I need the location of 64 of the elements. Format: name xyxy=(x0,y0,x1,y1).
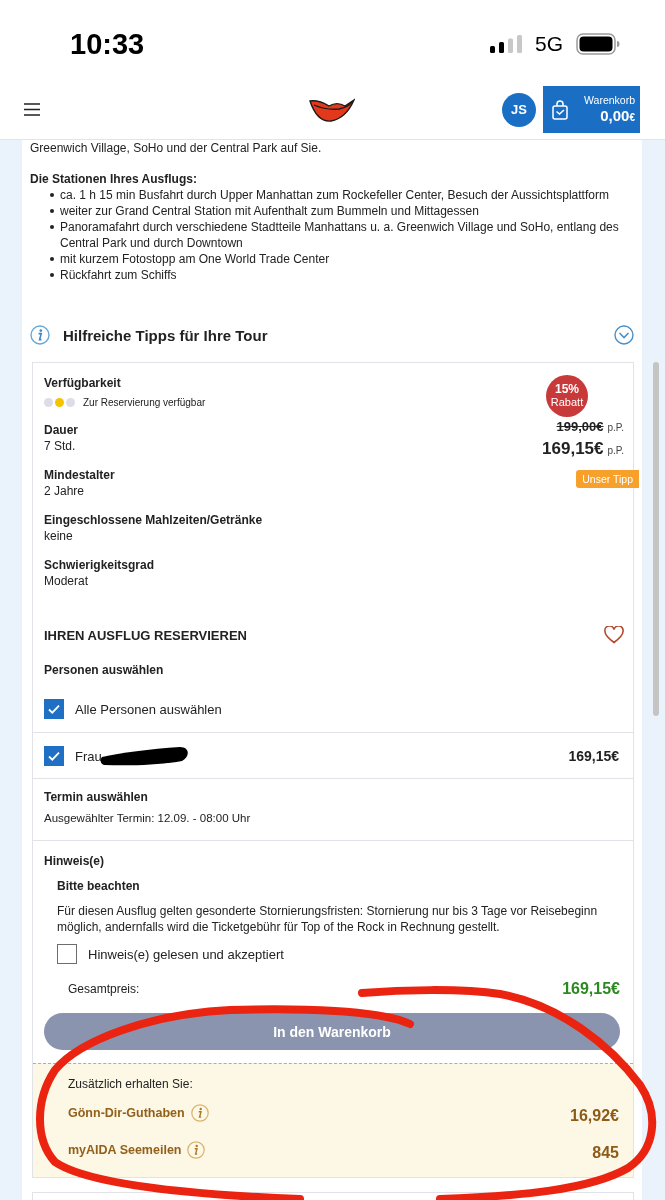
bullet-icon xyxy=(50,257,54,261)
fact-label: Eingeschlossene Mahlzeiten/Getränke xyxy=(44,512,263,528)
old-price: 199,00€ xyxy=(556,420,604,434)
selected-date: Ausgewählter Termin: 12.09. - 08:00 Uhr xyxy=(44,811,252,826)
fact-value: keine xyxy=(44,528,74,545)
date-heading: Termin auswählen xyxy=(44,789,149,805)
info-icon xyxy=(30,325,50,345)
price-unit: p.P. xyxy=(607,444,624,458)
bonus-value: 16,92€ xyxy=(570,1107,619,1125)
status-time: 10:33 xyxy=(70,27,145,61)
bullet-icon xyxy=(50,209,54,213)
network-label: 5G xyxy=(535,32,563,56)
discount-badge: 15% Rabatt xyxy=(546,375,588,417)
lips-logo[interactable] xyxy=(309,96,355,123)
station-text: weiter zur Grand Central Station mit Aufenthalt zum Bummeln und Mittagessen xyxy=(60,203,479,219)
total-price: 169,15€ xyxy=(562,980,620,998)
chevron-down-icon[interactable] xyxy=(614,325,634,345)
checkbox[interactable] xyxy=(57,944,77,964)
menu-icon[interactable] xyxy=(24,103,40,116)
notes-heading: Hinweis(e) xyxy=(44,853,105,869)
person-price: 169,15€ xyxy=(568,748,619,764)
bonus-heading: Zusätzlich erhalten Sie: xyxy=(68,1076,194,1092)
current-price: 169,15€ xyxy=(542,439,604,459)
tip-tag: Unser Tipp xyxy=(576,470,639,488)
persons-heading: Personen auswählen xyxy=(44,662,165,678)
signal-icon xyxy=(490,35,522,53)
checkbox[interactable] xyxy=(44,699,64,719)
bonus-label: Gönn-Dir-Guthaben xyxy=(68,1106,185,1120)
notes-subheading: Bitte beachten xyxy=(57,878,141,894)
price-unit: p.P. xyxy=(607,421,624,435)
fact-value: 7 Std. xyxy=(44,438,77,455)
checkbox-label[interactable]: Hinweis(e) gelesen und akzeptiert xyxy=(88,946,284,962)
person-name[interactable]: Frau xyxy=(75,748,102,764)
bonus-value: 845 xyxy=(592,1144,619,1162)
fact-label: Mindestalter xyxy=(44,467,116,483)
battery-icon xyxy=(576,33,620,55)
fact-label: Dauer xyxy=(44,422,79,438)
reservation-title: IHREN AUSFLUG RESERVIEREN xyxy=(44,627,247,643)
cart-button[interactable]: Warenkorb 0,00€ xyxy=(543,86,640,133)
station-text: mit kurzem Fotostopp am One World Trade Center xyxy=(60,251,330,267)
scrollbar-thumb[interactable] xyxy=(653,362,659,716)
checkbox-label[interactable]: Alle Personen auswählen xyxy=(75,701,222,717)
bullet-icon xyxy=(50,225,54,229)
info-icon[interactable] xyxy=(187,1141,206,1159)
notes-text: Für diesen Ausflug gelten gesonderte Stornierungsfristen: Stornierung nur bis 3 Tage vor Reisebeginn möglich, andernfalls wird die Ticketgebühr für Top of the Rock in Rechnung gestellt. xyxy=(57,903,599,935)
shopping-bag-icon xyxy=(552,99,568,120)
checkbox[interactable] xyxy=(44,746,64,766)
station-text: ca. 1 h 15 min Busfahrt durch Upper Manhattan zum Rockefeller Center, Besuch der Aussichtsplattform xyxy=(60,187,609,203)
fact-label: Verfügbarkeit xyxy=(44,375,122,391)
bonus-label: myAIDA Seemeilen xyxy=(68,1143,182,1157)
fact-value: 2 Jahre xyxy=(44,483,86,500)
station-text: Rückfahrt zum Schiffs xyxy=(60,267,177,283)
stations-heading: Die Stationen Ihres Ausflugs: xyxy=(30,171,198,187)
description-text: Greenwich Village, SoHo und der Central Park auf Sie. xyxy=(30,140,323,155)
fact-label: Schwierigkeitsgrad xyxy=(44,557,156,573)
availability-text: Zur Reservierung verfügbar xyxy=(83,396,206,408)
info-icon[interactable] xyxy=(190,1104,209,1122)
avatar[interactable]: JS xyxy=(502,92,536,127)
fact-value: Moderat xyxy=(44,573,90,590)
bullet-icon xyxy=(50,273,54,277)
heart-icon[interactable] xyxy=(604,626,624,644)
bullet-icon xyxy=(50,193,54,197)
section-title[interactable]: Hilfreiche Tipps für Ihre Tour xyxy=(63,326,614,344)
total-label: Gesamtpreis: xyxy=(68,982,140,996)
